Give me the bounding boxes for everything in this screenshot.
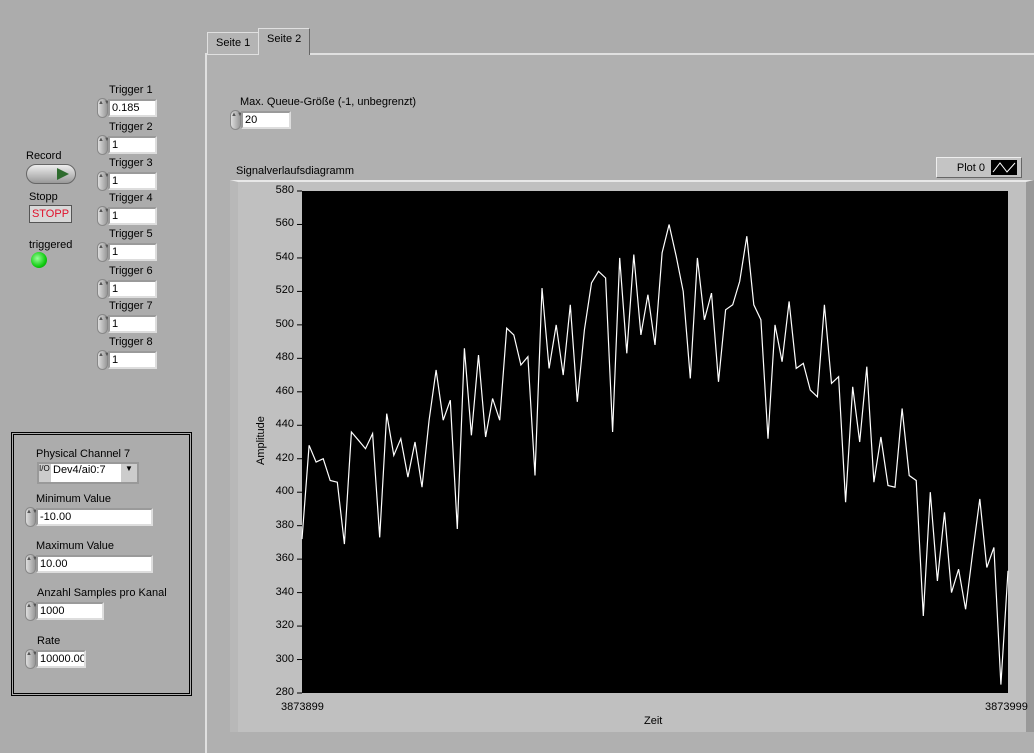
y-tick-label: 280	[275, 686, 294, 698]
channel-select[interactable]: I/O Dev4/ai0:7 ▼	[37, 462, 139, 484]
y-tick-label: 540	[275, 250, 294, 263]
trigger-spinner[interactable]: ▲▼	[97, 279, 110, 299]
trigger-spinner[interactable]: ▲▼	[97, 314, 110, 334]
trigger-spinner[interactable]: ▲▼	[97, 242, 110, 262]
stop-button[interactable]: STOPP	[29, 205, 72, 223]
y-tick-label: 520	[275, 284, 294, 297]
trigger-input[interactable]: 1	[108, 207, 157, 225]
y-tick-label: 360	[275, 552, 294, 565]
trigger-label: Trigger 3	[109, 157, 153, 169]
x-axis-label: Zeit	[644, 715, 663, 727]
max-value-input[interactable]: 10.00	[36, 555, 153, 573]
y-axis-label: Amplitude	[255, 416, 267, 465]
trigger-input[interactable]: 1	[108, 136, 157, 154]
max-spinner[interactable]: ▲▼	[25, 554, 38, 574]
record-button[interactable]	[26, 164, 76, 184]
plot-area	[302, 191, 1008, 693]
channel-label: Physical Channel 7	[36, 448, 131, 460]
y-tick-label: 460	[275, 384, 294, 397]
y-tick-label: 560	[275, 217, 294, 230]
y-tick-label: 320	[275, 619, 294, 632]
rate-input[interactable]: 10000.00	[36, 650, 86, 668]
trigger-spinner[interactable]: ▲▼	[97, 206, 110, 226]
trigger-label: Trigger 8	[109, 336, 153, 348]
x-tick-end: 3873999	[985, 701, 1028, 713]
rate-label: Rate	[37, 635, 61, 647]
trigger-input[interactable]: 1	[108, 280, 157, 298]
legend-label: Plot 0	[956, 161, 985, 174]
rate-spinner[interactable]: ▲▼	[25, 649, 38, 669]
y-tick-label: 380	[275, 518, 294, 531]
trigger-label: Trigger 7	[109, 300, 153, 312]
io-icon: I/O	[39, 464, 51, 482]
samples-label: Anzahl Samples pro Kanal	[37, 587, 167, 599]
trigger-input[interactable]: 1	[108, 172, 157, 190]
y-tick-label: 500	[275, 317, 294, 330]
trigger-label: Trigger 5	[109, 228, 153, 240]
trigger-input[interactable]: 1	[108, 243, 157, 261]
play-icon	[57, 168, 69, 180]
stop-label: Stopp	[29, 191, 58, 203]
triggered-led	[31, 252, 47, 268]
trigger-input[interactable]: 1	[108, 315, 157, 333]
min-label: Minimum Value	[36, 493, 111, 505]
chart-title: Signalverlaufsdiagramm	[236, 165, 354, 177]
trigger-input[interactable]: 0.185	[108, 99, 157, 117]
trigger-spinner[interactable]: ▲▼	[97, 135, 110, 155]
x-tick-start: 3873899	[281, 701, 324, 713]
tab-seite-1[interactable]: Seite 1	[207, 32, 260, 54]
waveform-chart	[297, 190, 1009, 694]
trigger-label: Trigger 6	[109, 265, 153, 277]
record-label: Record	[26, 150, 62, 162]
y-tick-label: 440	[275, 418, 294, 431]
plot-line-icon	[991, 160, 1017, 175]
trigger-label: Trigger 1	[109, 84, 153, 96]
tab-seite-2[interactable]: Seite 2	[258, 28, 311, 55]
y-tick-label: 580	[275, 184, 294, 196]
min-value-input[interactable]: -10.00	[36, 508, 153, 526]
y-tick-label: 420	[275, 451, 294, 464]
triggered-label: triggered	[29, 239, 73, 251]
y-tick-label: 480	[275, 351, 294, 364]
queue-input[interactable]: 20	[241, 111, 291, 129]
trigger-input[interactable]: 1	[108, 351, 157, 369]
chevron-down-icon[interactable]: ▼	[121, 464, 137, 482]
trigger-spinner[interactable]: ▲▼	[97, 98, 110, 118]
samples-spinner[interactable]: ▲▼	[25, 601, 38, 621]
trigger-label: Trigger 2	[109, 121, 153, 133]
trigger-spinner[interactable]: ▲▼	[97, 171, 110, 191]
legend: Plot 0	[936, 157, 1022, 178]
y-tick-label: 340	[275, 585, 294, 598]
samples-input[interactable]: 1000	[36, 602, 104, 620]
queue-label: Max. Queue-Größe (-1, unbegrenzt)	[240, 96, 417, 108]
queue-spinner[interactable]: ▲▼	[230, 110, 243, 130]
min-spinner[interactable]: ▲▼	[25, 507, 38, 527]
y-tick-label: 300	[275, 652, 294, 665]
trigger-spinner[interactable]: ▲▼	[97, 350, 110, 370]
max-label: Maximum Value	[36, 540, 115, 552]
y-tick-label: 400	[275, 485, 294, 498]
trigger-label: Trigger 4	[109, 192, 153, 204]
